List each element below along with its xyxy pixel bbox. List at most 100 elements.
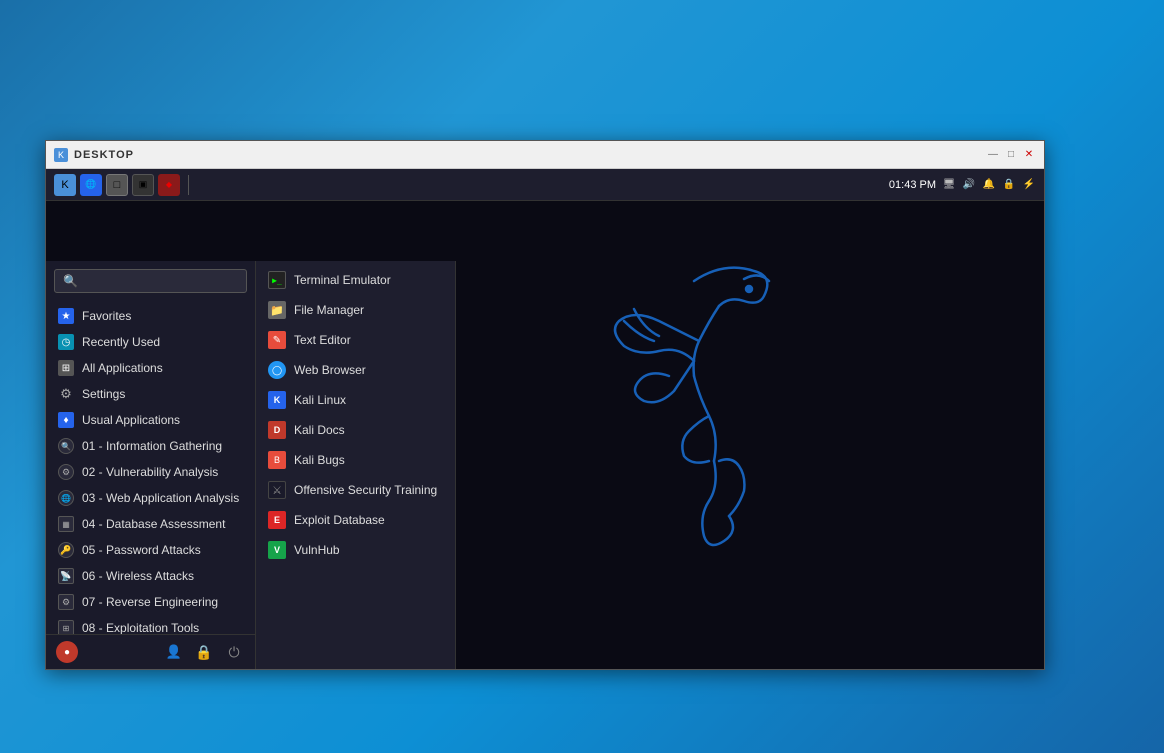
file-manager-icon: 📁 bbox=[268, 301, 286, 319]
favorites-icon: ★ bbox=[58, 308, 74, 324]
maximize-button[interactable]: □ bbox=[1004, 148, 1018, 162]
taskbar-app-browser[interactable]: 🌐 bbox=[80, 174, 102, 196]
submenu-kali-docs[interactable]: D Kali Docs bbox=[256, 415, 455, 445]
file-manager-label: File Manager bbox=[294, 303, 364, 317]
text-editor-icon: ✎ bbox=[268, 331, 286, 349]
search-icon: 🔍 bbox=[63, 274, 78, 288]
submenu-exploit-db[interactable]: E Exploit Database bbox=[256, 505, 455, 535]
03-label: 03 - Web Application Analysis bbox=[82, 491, 239, 505]
menu-item-all-applications[interactable]: ⊞ All Applications bbox=[46, 355, 255, 381]
menu-item-usual-applications[interactable]: ♦ Usual Applications bbox=[46, 407, 255, 433]
08-icon: ⊞ bbox=[58, 620, 74, 634]
bottom-action-icons: 👤 🔒 ⏻ bbox=[163, 641, 245, 663]
submenu-web-browser[interactable]: ◯ Web Browser bbox=[256, 355, 455, 385]
taskbar-app-dark[interactable]: ▣ bbox=[132, 174, 154, 196]
all-applications-label: All Applications bbox=[82, 361, 163, 375]
05-label: 05 - Password Attacks bbox=[82, 543, 201, 557]
01-icon: 🔍 bbox=[58, 438, 74, 454]
desktop-window: K DESKTOP — □ ✕ K 🌐 □ ▣ ◆ 01:43 PM 🖥 🔊 🔔… bbox=[45, 140, 1045, 670]
kali-docs-label: Kali Docs bbox=[294, 423, 345, 437]
menu-item-06[interactable]: 📡 06 - Wireless Attacks bbox=[46, 563, 255, 589]
menu-item-04[interactable]: ▦ 04 - Database Assessment bbox=[46, 511, 255, 537]
03-icon: 🌐 bbox=[58, 490, 74, 506]
menu-right-panel: ▶_ Terminal Emulator 📁 File Manager ✎ Te… bbox=[256, 261, 456, 669]
web-browser-icon: ◯ bbox=[268, 361, 286, 379]
terminal-icon: ▶_ bbox=[268, 271, 286, 289]
submenu-file-manager[interactable]: 📁 File Manager bbox=[256, 295, 455, 325]
menu-item-05[interactable]: 🔑 05 - Password Attacks bbox=[46, 537, 255, 563]
text-editor-label: Text Editor bbox=[294, 333, 351, 347]
exploit-db-icon: E bbox=[268, 511, 286, 529]
submenu-kali-bugs[interactable]: B Kali Bugs bbox=[256, 445, 455, 475]
04-label: 04 - Database Assessment bbox=[82, 517, 225, 531]
menu-items-list: ★ Favorites ◷ Recently Used ⊞ All Applic… bbox=[46, 301, 255, 634]
submenu-kali-linux[interactable]: K Kali Linux bbox=[256, 385, 455, 415]
desktop-area: 🔍 ★ Favorites ◷ Recently Used ⊞ bbox=[46, 201, 1044, 669]
taskbar-app-gray[interactable]: □ bbox=[106, 174, 128, 196]
menu-item-favorites[interactable]: ★ Favorites bbox=[46, 303, 255, 329]
vulnhub-label: VulnHub bbox=[294, 543, 340, 557]
minimize-button[interactable]: — bbox=[986, 148, 1000, 162]
lock-button[interactable]: 🔒 bbox=[193, 641, 215, 663]
application-menu: 🔍 ★ Favorites ◷ Recently Used ⊞ bbox=[46, 261, 456, 669]
web-browser-label: Web Browser bbox=[294, 363, 366, 377]
taskbar-separator bbox=[188, 175, 189, 195]
lock-icon: 🔒 bbox=[1002, 178, 1016, 192]
power-icon: ⚡ bbox=[1022, 178, 1036, 192]
taskbar-apps: K 🌐 □ ▣ ◆ bbox=[54, 174, 193, 196]
taskbar-app-kali[interactable]: K bbox=[54, 174, 76, 196]
exploit-db-label: Exploit Database bbox=[294, 513, 385, 527]
titlebar-controls: — □ ✕ bbox=[986, 148, 1036, 162]
06-icon: 📡 bbox=[58, 568, 74, 584]
search-input[interactable] bbox=[84, 274, 238, 288]
05-icon: 🔑 bbox=[58, 542, 74, 558]
taskbar-right: 01:43 PM 🖥 🔊 🔔 🔒 ⚡ bbox=[889, 178, 1036, 192]
06-label: 06 - Wireless Attacks bbox=[82, 569, 194, 583]
taskbar-app-red[interactable]: ◆ bbox=[158, 174, 180, 196]
menu-item-recently-used[interactable]: ◷ Recently Used bbox=[46, 329, 255, 355]
titlebar-title: DESKTOP bbox=[74, 149, 134, 161]
power-button[interactable]: ⏻ bbox=[223, 641, 245, 663]
offensive-security-icon: ⚔ bbox=[268, 481, 286, 499]
speaker-icon: 🔊 bbox=[962, 178, 976, 192]
all-applications-icon: ⊞ bbox=[58, 360, 74, 376]
menu-bottom-bar: ● 👤 🔒 ⏻ bbox=[46, 634, 255, 669]
kali-bugs-icon: B bbox=[268, 451, 286, 469]
kali-docs-icon: D bbox=[268, 421, 286, 439]
recently-used-label: Recently Used bbox=[82, 335, 160, 349]
submenu-text-editor[interactable]: ✎ Text Editor bbox=[256, 325, 455, 355]
kali-bugs-label: Kali Bugs bbox=[294, 453, 345, 467]
menu-item-settings[interactable]: ⚙ Settings bbox=[46, 381, 255, 407]
favorites-label: Favorites bbox=[82, 309, 131, 323]
08-label: 08 - Exploitation Tools bbox=[82, 621, 199, 634]
close-button[interactable]: ✕ bbox=[1022, 148, 1036, 162]
submenu-terminal[interactable]: ▶_ Terminal Emulator bbox=[256, 265, 455, 295]
02-icon: ⚙ bbox=[58, 464, 74, 480]
user-avatar[interactable]: ● bbox=[56, 641, 78, 663]
menu-item-01[interactable]: 🔍 01 - Information Gathering bbox=[46, 433, 255, 459]
vulnhub-icon: V bbox=[268, 541, 286, 559]
terminal-label: Terminal Emulator bbox=[294, 273, 391, 287]
kali-dragon-logo bbox=[544, 221, 844, 621]
search-bar[interactable]: 🔍 bbox=[54, 269, 247, 293]
offensive-security-label: Offensive Security Training bbox=[294, 483, 437, 497]
07-icon: ⚙ bbox=[58, 594, 74, 610]
submenu-vulnhub[interactable]: V VulnHub bbox=[256, 535, 455, 565]
kali-linux-label: Kali Linux bbox=[294, 393, 346, 407]
menu-left-panel: 🔍 ★ Favorites ◷ Recently Used ⊞ bbox=[46, 261, 256, 669]
menu-item-07[interactable]: ⚙ 07 - Reverse Engineering bbox=[46, 589, 255, 615]
submenu-offensive-security[interactable]: ⚔ Offensive Security Training bbox=[256, 475, 455, 505]
menu-item-02[interactable]: ⚙ 02 - Vulnerability Analysis bbox=[46, 459, 255, 485]
menu-item-03[interactable]: 🌐 03 - Web Application Analysis bbox=[46, 485, 255, 511]
settings-label: Settings bbox=[82, 387, 125, 401]
recently-used-icon: ◷ bbox=[58, 334, 74, 350]
taskbar: K 🌐 □ ▣ ◆ 01:43 PM 🖥 🔊 🔔 🔒 ⚡ bbox=[46, 169, 1044, 201]
taskbar-time: 01:43 PM bbox=[889, 179, 936, 191]
titlebar-left: K DESKTOP bbox=[54, 148, 134, 162]
usual-applications-icon: ♦ bbox=[58, 412, 74, 428]
02-label: 02 - Vulnerability Analysis bbox=[82, 465, 218, 479]
settings-icon: ⚙ bbox=[58, 386, 74, 402]
menu-item-08[interactable]: ⊞ 08 - Exploitation Tools bbox=[46, 615, 255, 634]
monitor-icon: 🖥 bbox=[942, 178, 956, 192]
user-icon[interactable]: 👤 bbox=[163, 641, 185, 663]
